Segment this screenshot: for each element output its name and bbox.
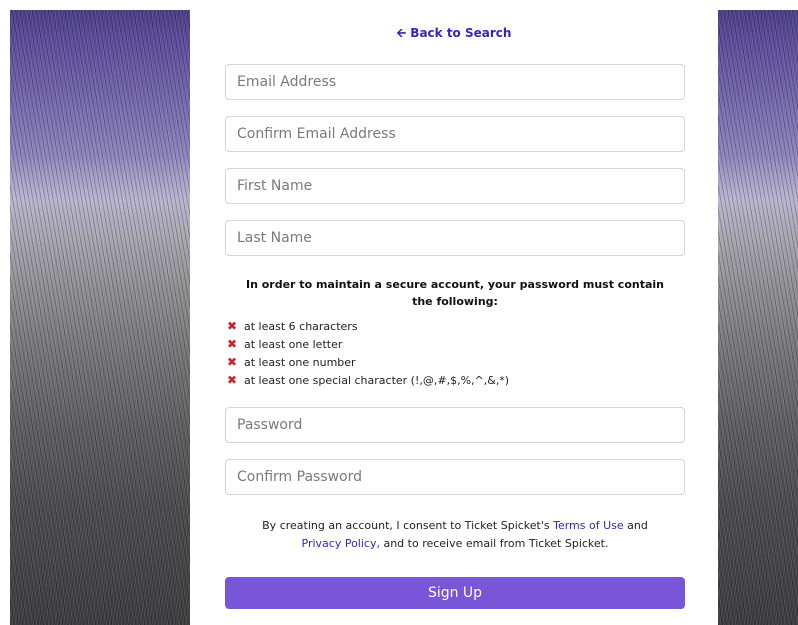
consent-text-middle: and [623,519,648,532]
last-name-field[interactable] [225,220,685,256]
password-rules-list: ✖ at least 6 characters ✖ at least one let… [226,317,509,389]
x-mark-icon: ✖ [226,355,238,369]
confirm-email-field[interactable] [225,116,685,152]
consent-text: By creating an account, I consent to Tic… [230,517,680,553]
password-rules-heading: In order to maintain a secure account, y… [245,278,665,308]
password-rule-label: at least 6 characters [244,320,358,333]
password-rule-item: ✖ at least one number [226,353,509,371]
password-rule-item: ✖ at least 6 characters [226,317,509,335]
password-rule-label: at least one letter [244,338,343,351]
email-field[interactable] [225,64,685,100]
x-mark-icon: ✖ [226,337,238,351]
first-name-field[interactable] [225,168,685,204]
turf-background-right [718,10,798,625]
sign-up-button[interactable]: Sign Up [225,577,685,609]
password-rule-label: at least one special character (!,@,#,$,… [244,374,510,387]
password-field[interactable] [225,407,685,443]
password-rule-item: ✖ at least one letter [226,335,509,353]
password-rule-label: at least one number [244,356,356,369]
signup-panel: 🡨Back to Search In order to maintain a s… [190,0,718,625]
back-to-search-link[interactable]: 🡨 Back to Search [190,24,718,45]
x-mark-icon: ✖ [226,319,238,333]
confirm-password-field[interactable] [225,459,685,495]
consent-text-before: By creating an account, I consent to Tic… [262,519,554,532]
privacy-policy-link[interactable]: Privacy Policy, [302,537,380,550]
consent-text-after: and to receive email from Ticket Spicket… [379,537,609,550]
signup-page: 🡨Back to Search In order to maintain a s… [0,0,798,625]
arrow-left-icon: 🡨 [396,26,407,40]
turf-background-left [10,10,190,625]
x-mark-icon: ✖ [226,373,238,387]
back-to-search-label: Back to Search [410,26,512,40]
password-rule-item: ✖ at least one special character (!,@,#,$… [226,371,509,389]
terms-of-use-link[interactable]: Terms of Use [553,519,624,532]
